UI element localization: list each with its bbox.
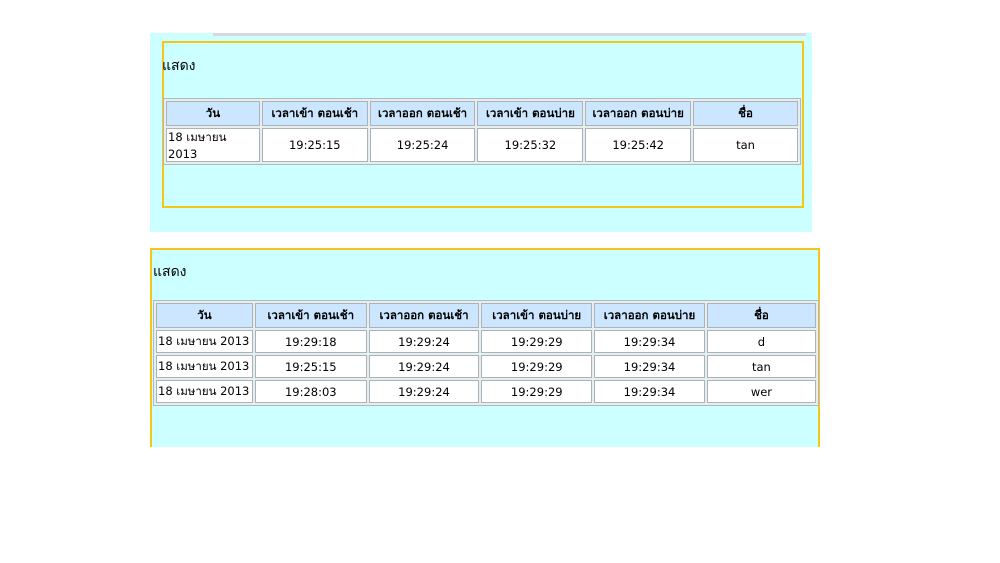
table-cell: 18 เมษายน 2013 <box>166 128 260 162</box>
panel-title: แสดง <box>153 264 187 280</box>
column-header: วัน <box>166 101 260 126</box>
table-cell: tan <box>706 355 816 378</box>
table-cell: 19:29:24 <box>368 355 480 378</box>
table-cell: 18 เมษายน 2013 <box>156 355 253 378</box>
table-cell: wer <box>706 380 816 403</box>
table-cell: 19:28:03 <box>254 380 367 403</box>
column-header: เวลาเข้า ตอนเช้า <box>254 303 367 328</box>
table-row: 18 เมษายน 2013 19:28:03 19:29:24 19:29:29 19… <box>156 380 816 403</box>
table-cell: 19:25:24 <box>369 128 476 162</box>
column-header: เวลาเข้า ตอนเช้า <box>261 101 368 126</box>
table-cell: 19:25:32 <box>477 128 584 162</box>
table-cell: 19:29:29 <box>481 330 593 353</box>
table-row: 18 เมษายน 2013 19:29:18 19:29:24 19:29:29 19… <box>156 330 816 353</box>
table-cell: 19:29:18 <box>254 330 367 353</box>
table-cell: 19:29:24 <box>368 380 480 403</box>
table-cell: 19:29:34 <box>594 330 705 353</box>
header-row: วัน เวลาเข้า ตอนเช้า เวลาออก ตอนเช้า เวลาเข… <box>156 303 816 328</box>
table-row: 18 เมษายน 2013 19:25:15 19:29:24 19:29:29 19… <box>156 355 816 378</box>
column-header: เวลาออก ตอนบ่าย <box>594 303 705 328</box>
panel-title: แสดง <box>162 58 196 74</box>
column-header: ชื่อ <box>693 101 798 126</box>
attendance-table: วัน เวลาเข้า ตอนเช้า เวลาออก ตอนเช้า เวลาเข… <box>163 98 801 165</box>
attendance-table: วัน เวลาเข้า ตอนเช้า เวลาออก ตอนเช้า เวลาเข… <box>153 300 819 406</box>
column-header: ชื่อ <box>706 303 816 328</box>
table-cell: 19:29:34 <box>594 355 705 378</box>
table-cell: 19:25:15 <box>261 128 368 162</box>
column-header: วัน <box>156 303 253 328</box>
table-cell: 19:29:29 <box>481 355 593 378</box>
table-cell: tan <box>693 128 798 162</box>
table-cell: 19:29:29 <box>481 380 593 403</box>
table-cell: 19:25:42 <box>585 128 692 162</box>
attendance-panel-2: แสดง วัน เวลาเข้า ตอนเช้า เวลาออก ตอนเช้าเ… <box>150 248 820 447</box>
table-cell: 18 เมษายน 2013 <box>156 330 253 353</box>
table-cell: 19:25:15 <box>254 355 367 378</box>
column-header: เวลาออก ตอนเช้า <box>369 101 476 126</box>
table-cell: d <box>706 330 816 353</box>
attendance-panel-1: แสดง วัน เวลาเข้า ตอนเช้า เวลาออก ตอนเช้าเ… <box>150 33 812 232</box>
column-header: เวลาเข้า ตอนบ่าย <box>477 101 584 126</box>
column-header: เวลาเข้า ตอนบ่าย <box>481 303 593 328</box>
table-row: 18 เมษายน 2013 19:25:15 19:25:24 19:25:32 19… <box>166 128 798 162</box>
column-header: เวลาออก ตอนเช้า <box>368 303 480 328</box>
table-cell: 19:29:34 <box>594 380 705 403</box>
column-header: เวลาออก ตอนบ่าย <box>585 101 692 126</box>
header-row: วัน เวลาเข้า ตอนเช้า เวลาออก ตอนเช้า เวลาเข… <box>166 101 798 126</box>
table-cell: 19:29:24 <box>368 330 480 353</box>
table-cell: 18 เมษายน 2013 <box>156 380 253 403</box>
divider <box>213 33 806 36</box>
